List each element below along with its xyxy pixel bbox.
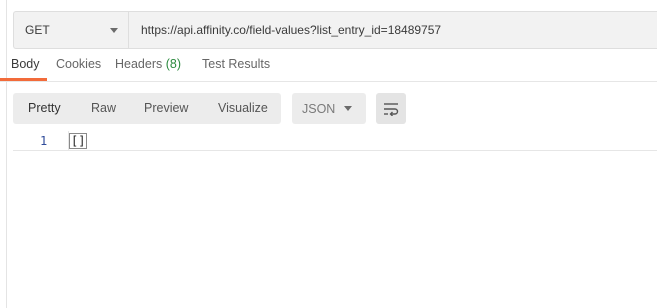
sidebar-edge: [0, 0, 7, 308]
tab-body[interactable]: Body: [11, 57, 40, 71]
line-number: 1: [40, 134, 48, 148]
tab-test-results[interactable]: Test Results: [202, 57, 270, 71]
tab-headers-label: Headers: [115, 57, 163, 71]
response-editor[interactable]: 1 []: [13, 131, 657, 151]
tab-test-results-label: Test Results: [202, 57, 271, 71]
view-pretty-button[interactable]: Pretty: [28, 101, 61, 115]
view-preview-button[interactable]: Preview: [144, 101, 188, 115]
tab-cookies[interactable]: Cookies: [56, 57, 101, 71]
wrap-lines-icon: [384, 102, 399, 116]
method-label: GET: [25, 23, 50, 37]
view-raw-button[interactable]: Raw: [91, 101, 116, 115]
wrap-lines-button[interactable]: [376, 93, 406, 124]
url-input[interactable]: https://api.affinity.co/field-values?lis…: [128, 11, 657, 49]
view-mode-group: Pretty Raw Preview Visualize: [13, 93, 281, 124]
chevron-down-icon: [110, 27, 118, 33]
chevron-down-icon: [344, 106, 352, 111]
code-line: []: [69, 133, 88, 149]
view-visualize-button[interactable]: Visualize: [218, 101, 268, 115]
tabs-divider: [0, 81, 657, 82]
response-tabs: Body Cookies Headers (8) Test Results: [0, 55, 657, 82]
tab-body-label: Body: [11, 57, 40, 71]
headers-count-badge: (8): [165, 57, 182, 71]
tab-headers[interactable]: Headers (8): [115, 57, 181, 71]
tab-cookies-label: Cookies: [56, 57, 102, 71]
format-label: JSON: [302, 101, 336, 116]
format-select[interactable]: JSON: [292, 93, 366, 124]
request-bar: GET https://api.affinity.co/field-values…: [13, 11, 657, 49]
method-select[interactable]: GET: [13, 11, 128, 49]
url-text: https://api.affinity.co/field-values?lis…: [141, 23, 442, 37]
